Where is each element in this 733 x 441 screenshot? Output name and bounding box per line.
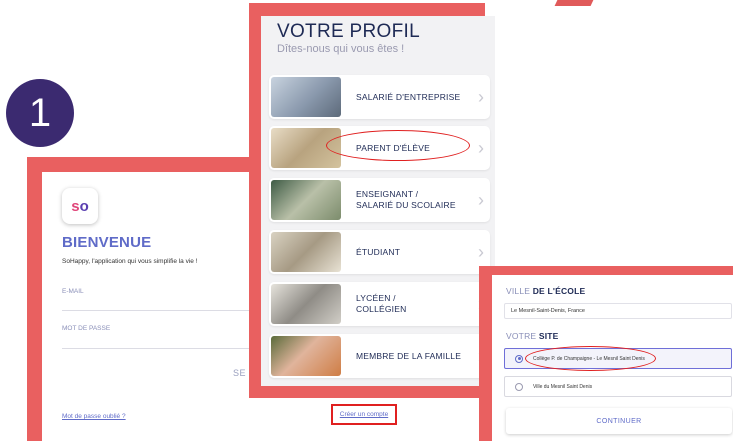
site-option-town[interactable]: Ville du Mesnil Saint Denis bbox=[504, 376, 732, 397]
radio-selected-icon bbox=[515, 354, 523, 363]
email-label: E-MAIL bbox=[62, 288, 84, 295]
step-number-badge: 1 bbox=[6, 79, 74, 147]
city-input[interactable]: Le Mesnil-Saint-Denis, France bbox=[504, 303, 732, 319]
welcome-subtitle: SoHappy, l'application qui vous simplifi… bbox=[62, 258, 198, 265]
profile-option-label: SALARIÉ D'ENTREPRISE bbox=[356, 91, 461, 102]
decorative-strip bbox=[554, 0, 594, 6]
site-option-label: Ville du Mesnil Saint Denis bbox=[533, 383, 593, 390]
forgot-password-link[interactable]: Mot de passe oublié ? bbox=[62, 413, 126, 420]
profile-option-label: LYCÉEN / COLLÉGIEN bbox=[356, 293, 407, 314]
site-label: VOTRE SITE bbox=[506, 331, 559, 341]
family-photo bbox=[271, 336, 341, 376]
profile-option-label: ENSEIGNANT / SALARIÉ DU SCOLAIRE bbox=[356, 189, 456, 210]
chevron-right-icon: › bbox=[478, 242, 484, 262]
highlight-college-ellipse bbox=[525, 346, 656, 371]
profile-option-teacher[interactable]: ENSEIGNANT / SALARIÉ DU SCOLAIRE › bbox=[269, 178, 490, 222]
password-label: MOT DE PASSE bbox=[62, 325, 111, 332]
sohappy-logo: so bbox=[62, 188, 98, 224]
profile-subtitle: Dîtes-nous qui vous êtes ! bbox=[277, 43, 405, 55]
profile-screen: VOTRE PROFIL Dîtes-nous qui vous êtes ! … bbox=[261, 16, 495, 386]
city-label: VILLE DE L'ÉCOLE bbox=[506, 286, 586, 296]
profile-option-employee[interactable]: SALARIÉ D'ENTREPRISE › bbox=[269, 75, 490, 119]
profile-option-pupil[interactable]: LYCÉEN /COLLÉGIEN › bbox=[269, 282, 490, 326]
chevron-right-icon: › bbox=[478, 87, 484, 107]
welcome-heading: BIENVENUE bbox=[62, 234, 152, 251]
profile-option-label: ÉTUDIANT bbox=[356, 246, 401, 257]
highlight-parent-ellipse bbox=[326, 130, 470, 161]
pupil-photo bbox=[271, 284, 341, 324]
profile-option-label: MEMBRE DE LA FAMILLE bbox=[356, 350, 462, 361]
continue-button[interactable]: CONTINUER bbox=[506, 408, 732, 434]
student-photo bbox=[271, 232, 341, 272]
profile-title: VOTRE PROFIL bbox=[277, 21, 420, 42]
chevron-right-icon: › bbox=[478, 138, 484, 158]
profile-option-family[interactable]: MEMBRE DE LA FAMILLE › bbox=[269, 334, 490, 378]
employee-photo bbox=[271, 77, 341, 117]
create-account-link[interactable]: Créer un compte bbox=[331, 404, 397, 425]
chevron-right-icon: › bbox=[478, 190, 484, 210]
teacher-photo bbox=[271, 180, 341, 220]
radio-empty-icon bbox=[515, 382, 523, 391]
profile-option-student[interactable]: ÉTUDIANT › bbox=[269, 230, 490, 274]
tutorial-composite: 1 so BIENVENUE SoHappy, l'application qu… bbox=[0, 0, 733, 441]
